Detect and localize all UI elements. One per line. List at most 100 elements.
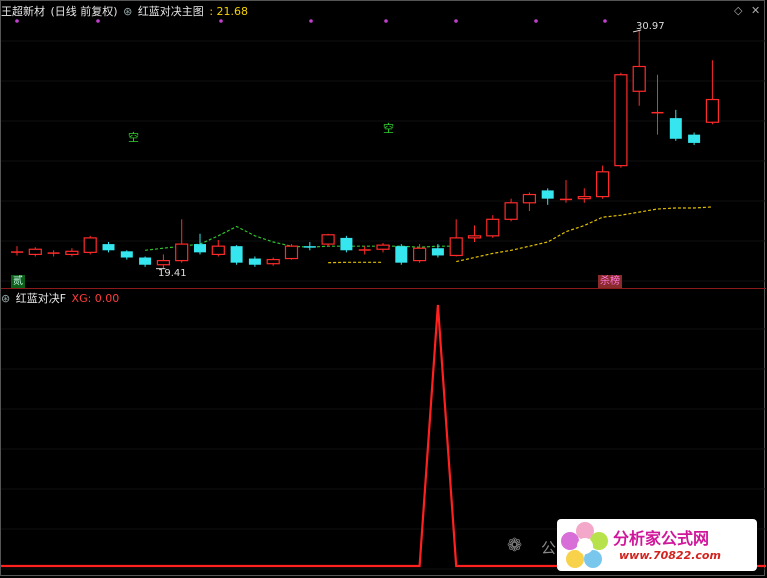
- candle-body: [577, 195, 591, 200]
- candle: [376, 243, 390, 253]
- candle-body: [65, 250, 79, 256]
- candle-body: [139, 257, 152, 265]
- green-support-line: [145, 225, 457, 251]
- signal-dot: [384, 19, 388, 23]
- candle-body: [395, 246, 408, 263]
- signal-dot: [603, 19, 607, 23]
- candle-body: [560, 198, 572, 201]
- wechat-icon: ❁: [507, 535, 523, 556]
- candle-body: [47, 252, 60, 254]
- candlestick-chart[interactable]: [1, 1, 766, 288]
- candle: [340, 235, 353, 253]
- candle-body: [522, 193, 537, 204]
- candle: [211, 239, 225, 257]
- candle-body: [120, 251, 133, 258]
- candle-body: [541, 190, 554, 199]
- candle-body: [175, 243, 189, 262]
- candle-body: [632, 65, 646, 92]
- candle-body: [669, 118, 682, 139]
- signal-dot: [534, 19, 538, 23]
- candle-body: [248, 258, 261, 265]
- close-icon[interactable]: ✕: [751, 4, 760, 17]
- candle: [65, 248, 79, 257]
- sub-indicator-name[interactable]: 红蓝对决F: [16, 292, 66, 305]
- candle-body: [194, 244, 206, 253]
- candle: [156, 254, 170, 269]
- indicator-name[interactable]: 红蓝对决主图: [138, 5, 204, 18]
- site-logo: 分析家公式网 www.70822.com: [557, 519, 757, 571]
- main-chart-header: 王超新材 (日线 前复权) ⊛ 红蓝对决主图 : 21.68: [1, 3, 250, 19]
- candle-body: [614, 74, 628, 167]
- xg-value: XG: 0.00: [71, 292, 120, 305]
- candle: [651, 74, 664, 135]
- candle-body: [303, 246, 316, 248]
- candle: [102, 242, 115, 253]
- chart-window: 王超新材 (日线 前复权) ⊛ 红蓝对决主图 : 21.68 ◇ ✕ 30.97…: [0, 0, 766, 576]
- candle-body: [431, 248, 444, 256]
- candle: [28, 247, 42, 257]
- signal-empty-label: 空: [383, 122, 394, 135]
- candle-body: [688, 134, 701, 143]
- candle: [284, 244, 299, 260]
- candle-body: [28, 248, 42, 256]
- candle-body: [449, 237, 463, 257]
- candle: [669, 109, 682, 141]
- candle: [139, 256, 152, 267]
- candle-body: [486, 218, 500, 237]
- signal-dot: [96, 19, 100, 23]
- site-url: www.70822.com: [619, 549, 721, 562]
- main-chart-pane[interactable]: 王超新材 (日线 前复权) ⊛ 红蓝对决主图 : 21.68 ◇ ✕ 30.97…: [1, 1, 766, 288]
- candle: [541, 188, 554, 205]
- candle-body: [413, 247, 427, 262]
- candle: [467, 225, 482, 243]
- badge-left: 贰: [11, 275, 25, 288]
- sub-chart-header: ⊛ 红蓝对决F XG: 0.00: [1, 290, 121, 306]
- candle-body: [11, 251, 23, 253]
- candle: [522, 192, 537, 212]
- candle-body: [321, 234, 335, 245]
- candle-body: [705, 98, 720, 123]
- indicator-value: : 21.68: [209, 5, 249, 18]
- candle: [504, 198, 518, 222]
- candle: [303, 242, 316, 251]
- candle: [11, 246, 23, 256]
- candle: [595, 165, 610, 199]
- candle: [486, 215, 500, 238]
- candle-body: [230, 246, 243, 263]
- indicator-settings-icon[interactable]: ⊛: [123, 5, 132, 18]
- candle: [266, 257, 280, 266]
- candle: [120, 250, 133, 260]
- flower-logo-icon: [561, 522, 608, 568]
- candle-body: [340, 237, 353, 251]
- signal-dot: [309, 19, 313, 23]
- period-label: (日线 前复权): [50, 5, 118, 18]
- candle-body: [467, 235, 482, 239]
- candle: [248, 256, 261, 267]
- candle-body: [211, 245, 225, 256]
- candle-body: [102, 244, 115, 251]
- candle: [395, 244, 408, 265]
- diamond-icon[interactable]: ◇: [734, 4, 742, 17]
- candle-body: [284, 245, 299, 260]
- signal-dot: [454, 19, 458, 23]
- candle: [230, 245, 243, 265]
- stock-name: 王超新材: [1, 5, 45, 18]
- candle-body: [595, 171, 610, 198]
- candle: [358, 246, 371, 255]
- candle-body: [504, 202, 518, 220]
- indicator-settings-icon[interactable]: ⊛: [1, 292, 10, 305]
- signal-empty-label: 空: [128, 131, 139, 144]
- candle-body: [651, 111, 664, 114]
- price-high-label: 30.97: [636, 21, 665, 32]
- candle: [560, 180, 572, 203]
- candle: [688, 132, 701, 145]
- candle-body: [358, 249, 371, 251]
- signal-dot: [15, 19, 19, 23]
- candle: [449, 219, 463, 257]
- price-low-label: 19.41: [158, 268, 187, 279]
- candle-body: [83, 237, 97, 253]
- candle-body: [266, 258, 280, 265]
- candle: [705, 60, 720, 125]
- candle: [47, 250, 60, 257]
- candle: [614, 72, 628, 168]
